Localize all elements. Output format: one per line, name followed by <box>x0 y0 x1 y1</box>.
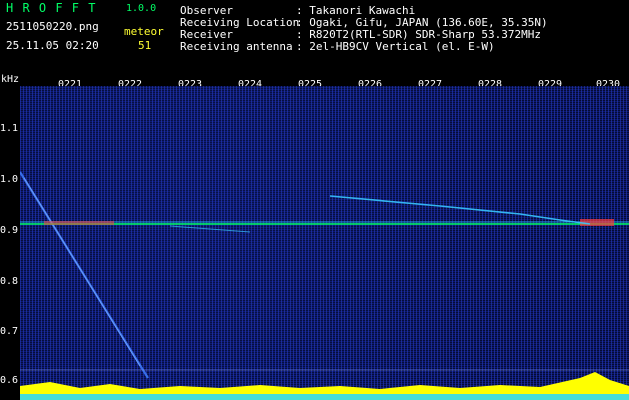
app-version: 1.0.0 <box>126 3 157 14</box>
antenna-value: : 2el-HB9CV Vertical (el. E-W) <box>296 40 495 53</box>
y-axis-unit: kHz <box>1 74 20 85</box>
echo-trace <box>329 195 591 225</box>
antenna-label: Receiving antenna <box>180 40 293 53</box>
meteor-label: meteor <box>124 25 164 38</box>
y-tick-1.1: 1.1 <box>0 123 19 134</box>
carrier-hotspot-right <box>580 219 614 226</box>
meteor-trail-core <box>23 177 141 367</box>
meteor-count: 51 <box>138 39 152 52</box>
waterfall-spectrogram <box>20 86 629 400</box>
y-tick-0.7: 0.7 <box>0 326 19 337</box>
y-tick-0.6: 0.6 <box>0 375 19 386</box>
y-tick-0.9: 0.9 <box>0 225 19 236</box>
noise-band-cyan <box>20 394 629 400</box>
carrier-hotspot-left <box>44 221 114 225</box>
faint-trace <box>169 225 251 233</box>
app-title: H R O F F T <box>6 1 97 15</box>
filename-label: 2511050220.png <box>6 20 99 33</box>
spectrogram-overlay <box>20 171 629 400</box>
y-tick-1.0: 1.0 <box>0 174 19 185</box>
datetime-label: 25.11.05 02:20 <box>6 39 99 52</box>
y-tick-0.8: 0.8 <box>0 276 19 287</box>
header-panel: H R O F F T 1.0.0 2511050220.png meteor … <box>0 0 629 78</box>
